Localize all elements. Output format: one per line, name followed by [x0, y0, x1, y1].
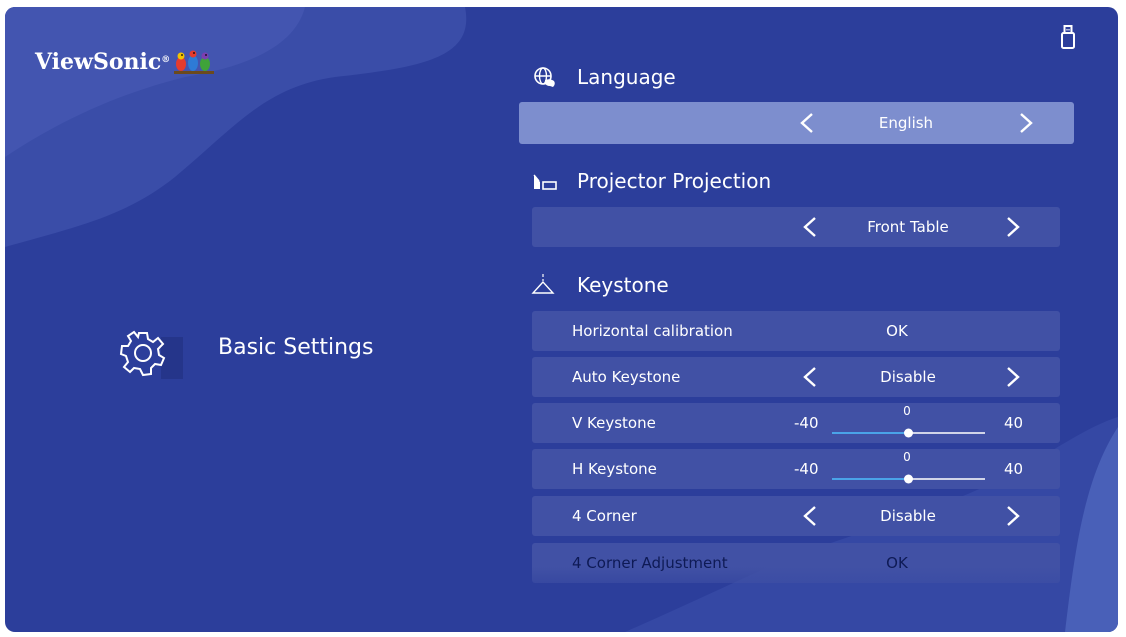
h-keystone-row[interactable]: H Keystone -40 0 40	[532, 449, 1060, 489]
h-keystone-slider[interactable]	[830, 449, 990, 489]
horizontal-calibration-ok[interactable]: OK	[847, 311, 947, 351]
slider-thumb[interactable]	[904, 474, 913, 484]
slider-thumb[interactable]	[904, 428, 913, 438]
section-language-title: Language	[577, 65, 676, 89]
chevron-right-icon[interactable]	[1003, 366, 1023, 388]
section-keystone-header: Keystone	[531, 273, 669, 297]
four-corner-adjustment-ok[interactable]: OK	[847, 543, 947, 583]
language-value: English	[878, 114, 934, 132]
globe-icon	[534, 67, 555, 87]
four-corner-adjustment-row[interactable]: 4 Corner Adjustment OK	[532, 543, 1060, 583]
four-corner-label: 4 Corner	[572, 507, 637, 525]
projector-icon	[533, 174, 557, 190]
usb-icon	[1061, 25, 1075, 49]
auto-keystone-label: Auto Keystone	[572, 368, 681, 386]
v-keystone-slider[interactable]	[830, 403, 990, 443]
chevron-right-icon[interactable]	[1016, 112, 1036, 134]
section-keystone-title: Keystone	[577, 273, 669, 297]
v-keystone-label: V Keystone	[572, 414, 656, 432]
birds-icon	[174, 50, 215, 74]
h-keystone-min: -40	[794, 460, 819, 478]
chevron-right-icon[interactable]	[1003, 505, 1023, 527]
auto-keystone-row[interactable]: Auto Keystone Disable	[532, 357, 1060, 397]
chevron-left-icon[interactable]	[800, 366, 820, 388]
keystone-icon	[531, 274, 555, 294]
chevron-left-icon[interactable]	[800, 216, 820, 238]
projection-selector[interactable]: Front Table	[532, 207, 1060, 247]
section-language-header: Language	[531, 65, 676, 89]
basic-settings-icon	[105, 325, 183, 381]
h-keystone-max: 40	[1004, 460, 1024, 478]
language-selector[interactable]: English	[519, 102, 1074, 144]
section-projection-header: Projector Projection	[531, 169, 771, 193]
four-corner-value: Disable	[880, 507, 936, 525]
settings-screen: ViewSonic ® Basic Settings Language Engl…	[5, 7, 1118, 632]
horizontal-calibration-label: Horizontal calibration	[572, 322, 733, 340]
v-keystone-row[interactable]: V Keystone -40 0 40	[532, 403, 1060, 443]
auto-keystone-value: Disable	[880, 368, 936, 386]
brand-name: ViewSonic	[35, 49, 162, 75]
v-keystone-max: 40	[1004, 414, 1024, 432]
page-title: Basic Settings	[218, 335, 374, 360]
section-projection-title: Projector Projection	[577, 169, 772, 193]
chevron-left-icon[interactable]	[800, 505, 820, 527]
gear-icon	[119, 330, 183, 379]
chevron-left-icon[interactable]	[797, 112, 817, 134]
projection-value: Front Table	[867, 218, 949, 236]
four-corner-row[interactable]: 4 Corner Disable	[532, 496, 1060, 536]
h-keystone-label: H Keystone	[572, 460, 657, 478]
brand-registered-mark: ®	[161, 55, 171, 65]
brand-logo: ViewSonic ®	[35, 47, 215, 75]
v-keystone-min: -40	[794, 414, 819, 432]
four-corner-adjustment-label: 4 Corner Adjustment	[572, 554, 728, 572]
horizontal-calibration-row[interactable]: Horizontal calibration OK	[532, 311, 1060, 351]
chevron-right-icon[interactable]	[1003, 216, 1023, 238]
